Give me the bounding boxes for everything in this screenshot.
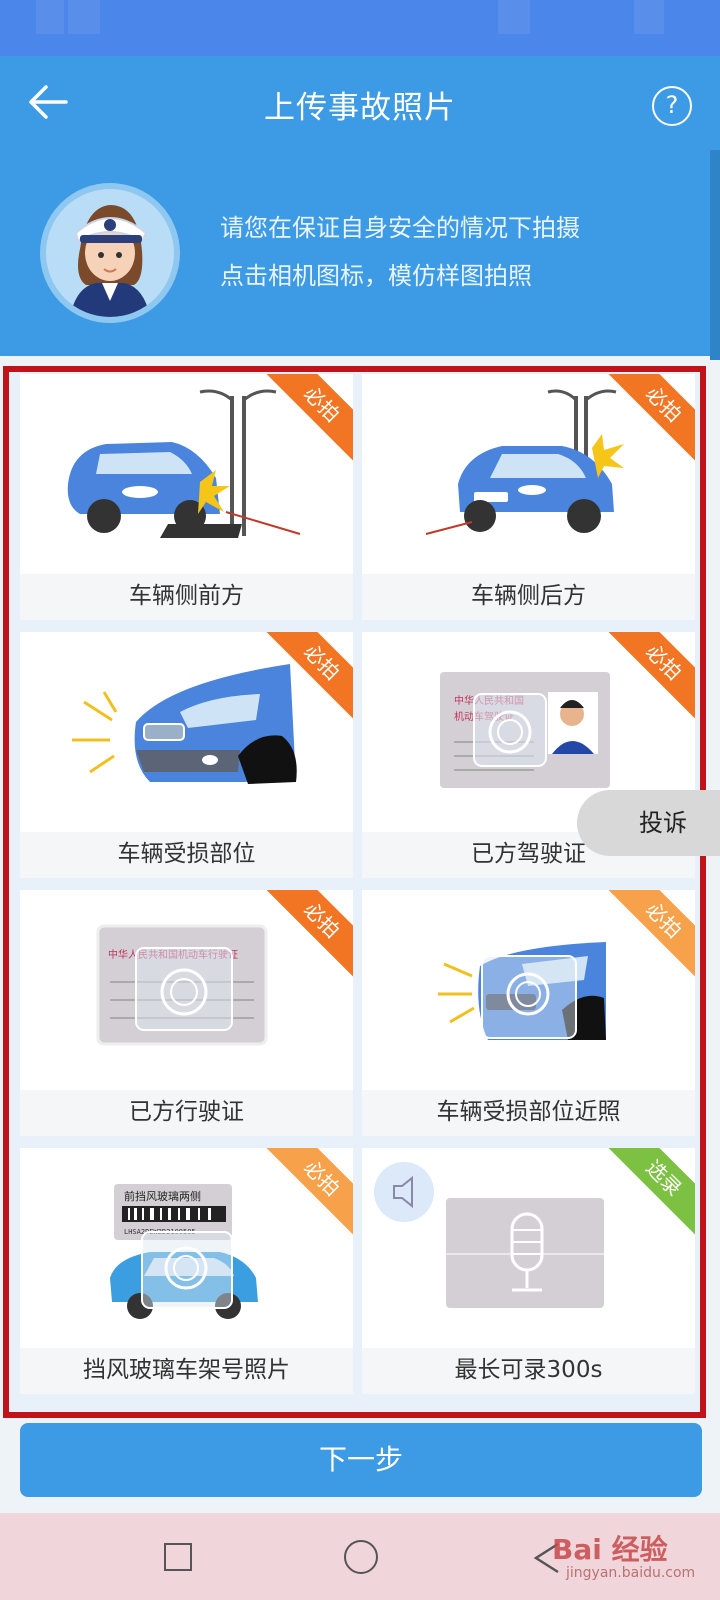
photo-card-vehicle-license[interactable]: 中华人民共和国机动车行驶证 必拍 已方行驶证 [20, 890, 353, 1136]
card-label: 车辆受损部位 [20, 832, 353, 878]
card-label: 车辆侧后方 [362, 574, 695, 620]
photo-card-vin[interactable]: 前挡风玻璃两侧 LHSA2DEW2D2100505 必拍 挡风玻璃车架号照片 [20, 1148, 353, 1394]
recent-apps-icon[interactable] [164, 1543, 192, 1571]
complain-button[interactable]: 投诉 [577, 790, 720, 856]
photo-grid: 必拍 车辆侧前方 必拍 车辆侧后方 必拍 车辆受损部位 必拍 已方驾驶证 必拍 … [3, 366, 706, 1418]
card-label: 最长可录300s [362, 1348, 695, 1394]
photo-card-rear-side[interactable]: 必拍 车辆侧后方 [362, 374, 695, 620]
photo-card-damaged-part[interactable]: 必拍 车辆受损部位 [20, 632, 353, 878]
card-label: 车辆侧前方 [20, 574, 353, 620]
help-button[interactable]: ? [652, 86, 692, 126]
watermark-url: jingyan.baidu.com [566, 1565, 696, 1581]
card-label: 已方行驶证 [20, 1090, 353, 1136]
tip-line-2: 点击相机图标，模仿样图拍照 [220, 262, 532, 290]
scroll-indicator [710, 150, 720, 360]
watermark-brand: Bai 经验 [552, 1533, 668, 1566]
police-avatar [40, 183, 180, 323]
vin-plate-title: 前挡风玻璃两侧 [124, 1189, 201, 1203]
tip-line-1: 请您在保证自身安全的情况下拍摄 [220, 214, 580, 242]
card-label: 车辆受损部位近照 [362, 1090, 695, 1136]
photo-card-voice-record[interactable]: 选录 最长可录300s [362, 1148, 695, 1394]
photo-card-damage-closeup[interactable]: 必拍 车辆受损部位近照 [362, 890, 695, 1136]
home-icon[interactable] [344, 1540, 378, 1574]
next-step-button[interactable]: 下一步 [20, 1423, 702, 1497]
status-bar [0, 0, 720, 56]
photo-card-front-side[interactable]: 必拍 车辆侧前方 [20, 374, 353, 620]
page-title: 上传事故照片 [264, 90, 456, 126]
card-label: 挡风玻璃车架号照片 [20, 1348, 353, 1394]
